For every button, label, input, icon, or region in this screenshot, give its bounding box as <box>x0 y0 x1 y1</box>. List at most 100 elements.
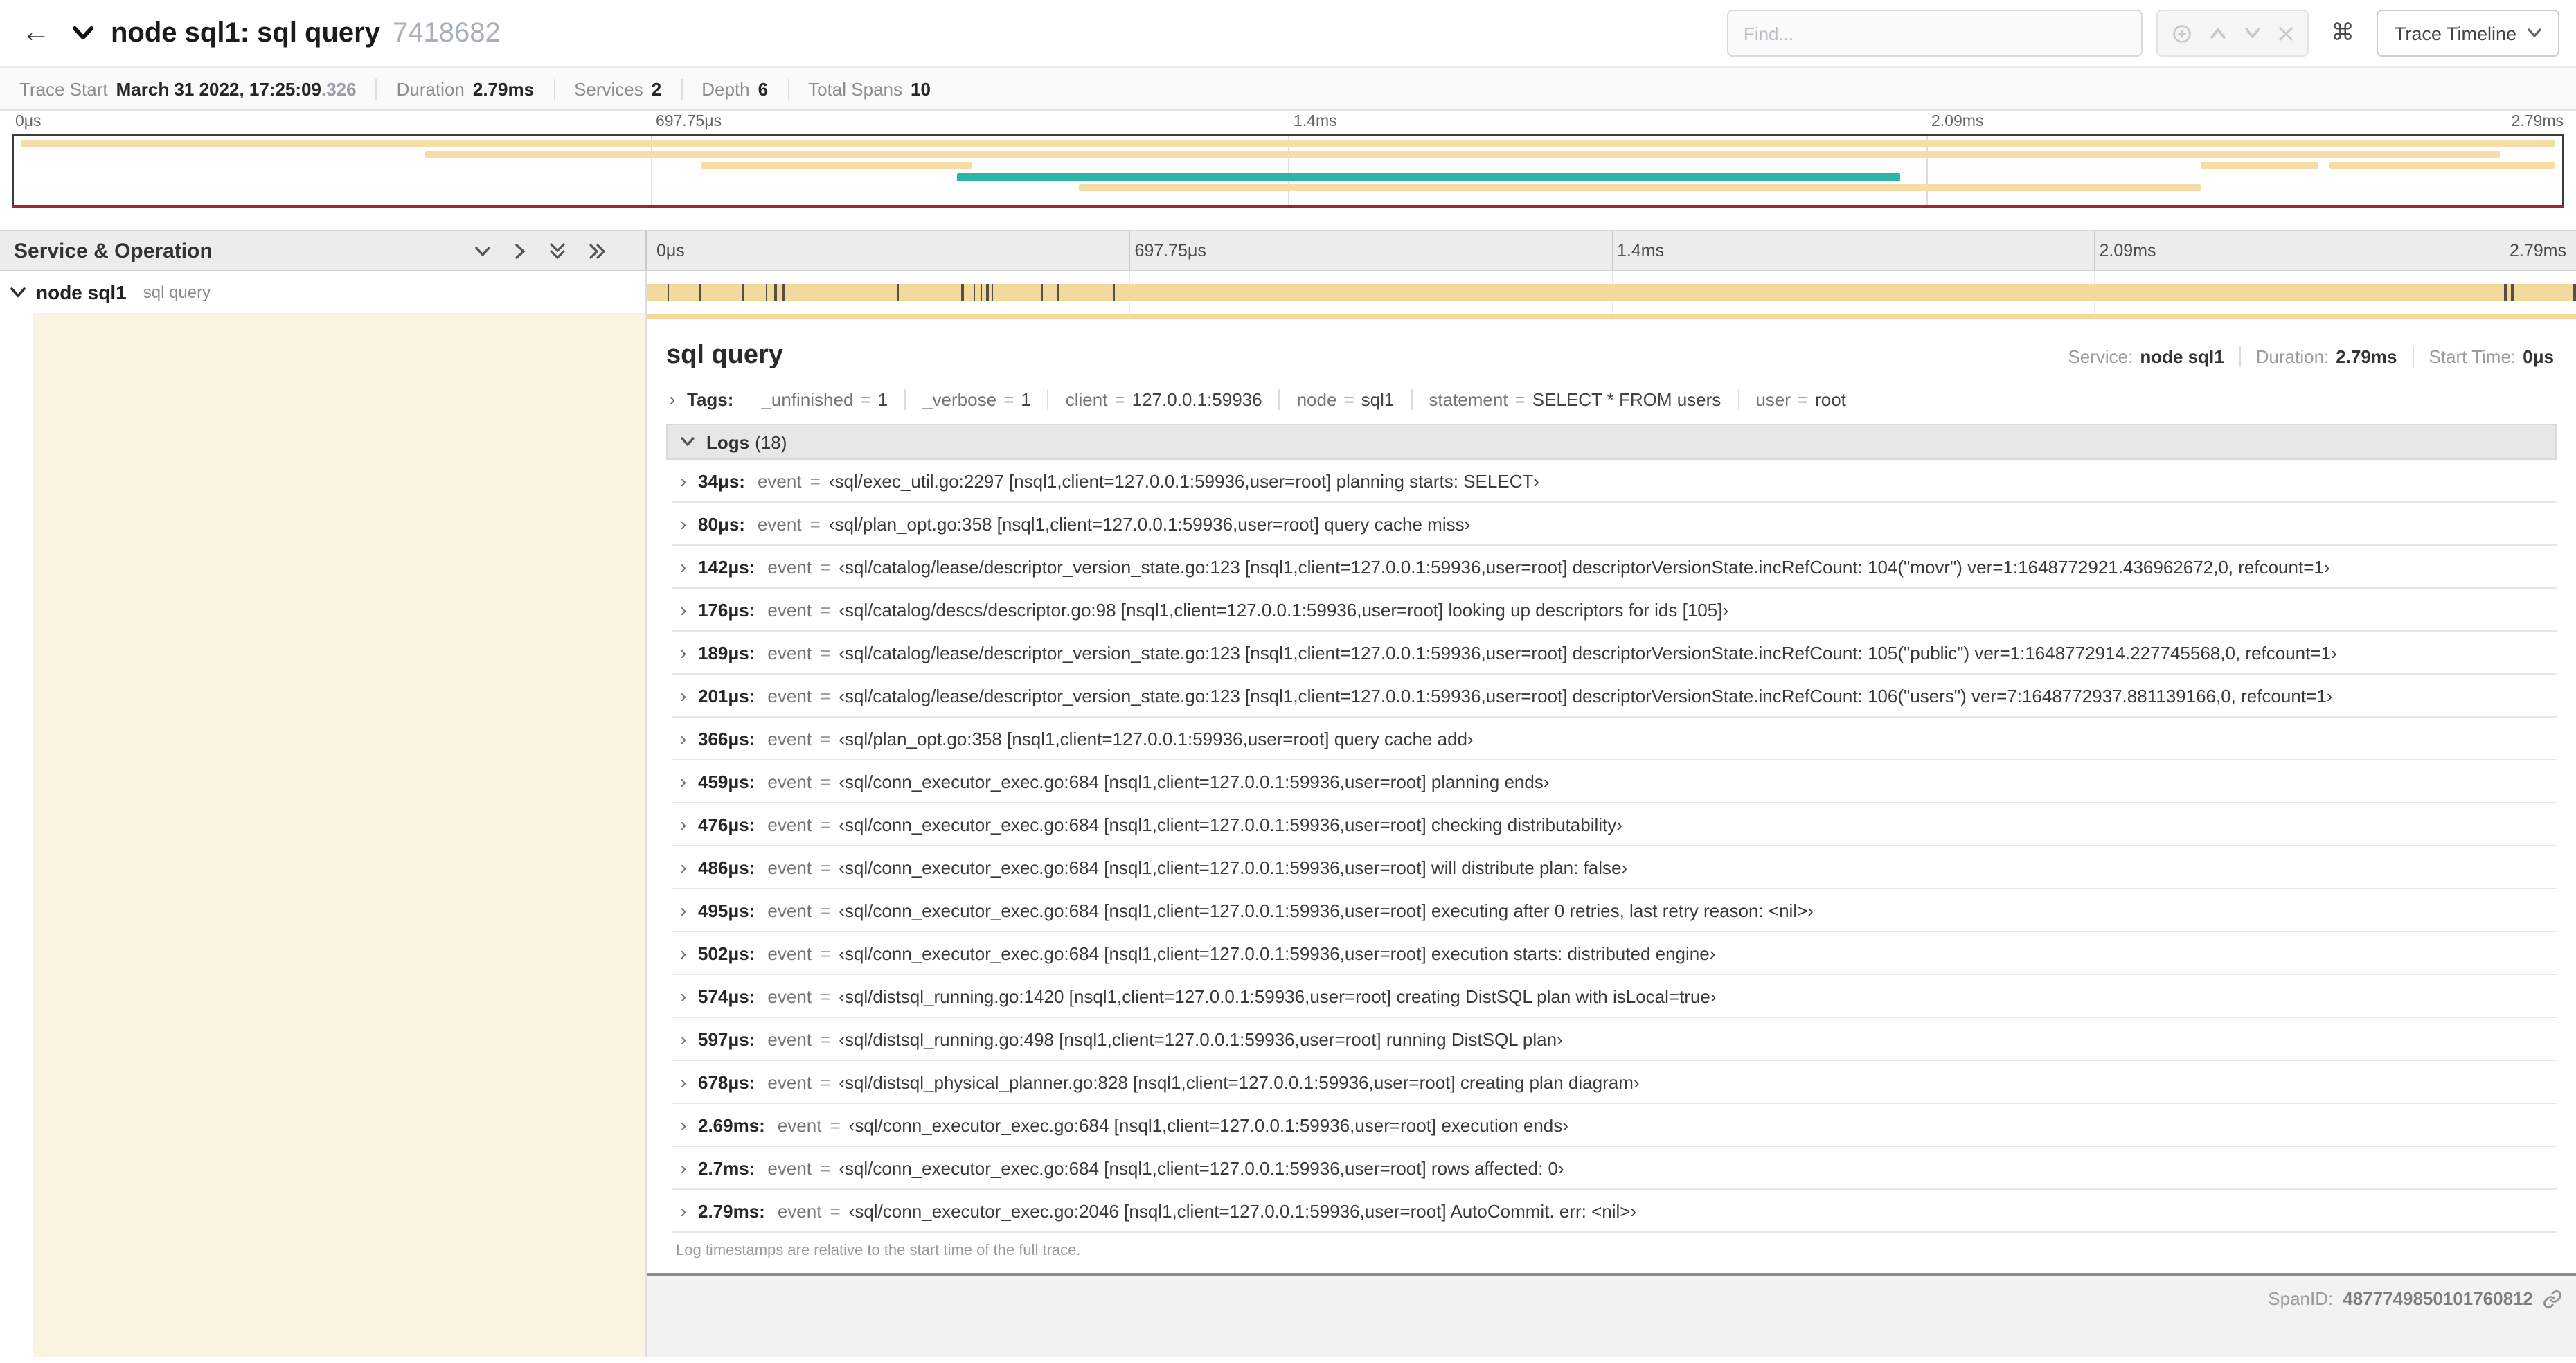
log-timestamp: 502μs: <box>698 943 755 963</box>
log-field-value: ‹sql/plan_opt.go:358 [nsql1,client=127.0… <box>839 728 1474 749</box>
tags-row[interactable]: › Tags: _unfinished = 1 _verbose = 1 client =… <box>666 382 2557 424</box>
copy-link-icon[interactable] <box>2543 1290 2562 1309</box>
next-match-icon[interactable] <box>2244 26 2262 40</box>
log-event-tick <box>991 284 994 301</box>
log-row[interactable]: › 2.79ms: event = ‹sql/conn_executor_exec.go… <box>672 1190 2557 1233</box>
chevron-right-icon: › <box>680 1028 687 1050</box>
chevron-right-icon: › <box>680 770 687 792</box>
stat-label: Trace Start <box>19 78 108 99</box>
chevron-right-icon: › <box>680 942 687 964</box>
equals-sign: = <box>820 857 831 878</box>
trace-timeline-dropdown[interactable]: Trace Timeline <box>2376 10 2559 57</box>
log-field-key: event <box>767 814 812 835</box>
log-row[interactable]: › 201μs: event = ‹sql/catalog/lease/descript… <box>672 675 2557 718</box>
meta-label: Duration: <box>2255 346 2329 367</box>
stat-value: 6 <box>758 78 769 99</box>
log-field-key: event <box>767 986 812 1006</box>
log-row[interactable]: › 189μs: event = ‹sql/catalog/lease/descript… <box>672 632 2557 675</box>
stat-label: Duration <box>396 78 465 99</box>
collapse-trace-icon[interactable] <box>72 25 94 42</box>
span-detail-accent-line <box>647 314 2576 319</box>
span-name-row[interactable]: node sql1 sql query <box>0 271 645 313</box>
log-row[interactable]: › 2.69ms: event = ‹sql/conn_executor_exec.go… <box>672 1104 2557 1147</box>
collapse-one-icon[interactable] <box>474 243 492 258</box>
log-row[interactable]: › 678μs: event = ‹sql/distsql_physical_plann… <box>672 1061 2557 1104</box>
span-id-label: SpanID: <box>2268 1288 2334 1309</box>
chevron-down-icon <box>10 287 26 297</box>
detail-start-time-stat: Start Time: 0μs <box>2412 346 2557 367</box>
meta-value: 2.79ms <box>2336 346 2397 367</box>
chevron-down-icon <box>2528 28 2541 38</box>
chevron-right-icon: › <box>680 727 687 749</box>
logs-section-header[interactable]: Logs (18) <box>666 424 2557 460</box>
log-field-value: ‹sql/conn_executor_exec.go:684 [nsql1,cl… <box>839 900 1814 920</box>
log-entries-list: › 34μs: event = ‹sql/exec_util.go:2297 [nsql… <box>672 460 2557 1233</box>
log-row[interactable]: › 366μs: event = ‹sql/plan_opt.go:358 [nsql1… <box>672 718 2557 760</box>
log-row[interactable]: › 476μs: event = ‹sql/conn_executor_exec.go:… <box>672 803 2557 846</box>
tag-item: user = root <box>1737 389 1863 409</box>
log-row[interactable]: › 597μs: event = ‹sql/distsql_running.go:498… <box>672 1018 2557 1061</box>
log-row[interactable]: › 459μs: event = ‹sql/conn_executor_exec.go:… <box>672 760 2557 803</box>
clear-find-icon[interactable] <box>2278 26 2293 41</box>
span-timeline-row[interactable] <box>647 271 2576 313</box>
tag-key: user <box>1755 389 1791 409</box>
log-event-tick <box>986 284 989 301</box>
log-row[interactable]: › 80μs: event = ‹sql/plan_opt.go:358 [nsql1,… <box>672 503 2557 546</box>
collapse-all-icon[interactable] <box>548 241 566 260</box>
tag-item: statement = SELECT * FROM users <box>1411 389 1737 409</box>
log-field-value: ‹sql/catalog/lease/descriptor_version_st… <box>839 685 2333 706</box>
prev-match-icon[interactable] <box>2209 26 2227 40</box>
equals-sign: = <box>820 1071 831 1092</box>
minimap-tick-label: 2.79ms <box>2511 114 2564 130</box>
equals-sign: = <box>820 900 831 920</box>
log-row[interactable]: › 176μs: event = ‹sql/catalog/descs/descript… <box>672 589 2557 632</box>
log-row[interactable]: › 574μs: event = ‹sql/distsql_running.go:142… <box>672 975 2557 1018</box>
tag-item: client = 127.0.0.1:59936 <box>1047 389 1279 409</box>
log-row[interactable]: › 34μs: event = ‹sql/exec_util.go:2297 [nsql… <box>672 460 2557 503</box>
log-timestamp: 366μs: <box>698 728 755 749</box>
trace-minimap: 0μs 697.75μs 1.4ms 2.09ms 2.79ms <box>0 111 2576 208</box>
log-field-value: ‹sql/conn_executor_exec.go:684 [nsql1,cl… <box>839 1157 1564 1178</box>
log-row[interactable]: › 495μs: event = ‹sql/conn_executor_exec.go:… <box>672 889 2557 932</box>
tag-value: 1 <box>1021 389 1031 409</box>
log-field-value: ‹sql/conn_executor_exec.go:2046 [nsql1,c… <box>848 1200 1637 1221</box>
find-input[interactable] <box>1726 10 2143 57</box>
detail-service-stat: Service: node sql1 <box>2052 346 2239 367</box>
log-field-key: event <box>767 728 812 749</box>
tag-item: _verbose = 1 <box>904 389 1048 409</box>
minimap-graph[interactable] <box>12 134 2564 208</box>
chevron-right-icon: › <box>680 555 687 578</box>
span-operation-name: sql query <box>143 283 211 302</box>
chevron-right-icon: › <box>680 513 687 535</box>
log-row[interactable]: › 486μs: event = ‹sql/conn_executor_exec.go:… <box>672 846 2557 889</box>
log-field-value: ‹sql/plan_opt.go:358 [nsql1,client=127.0… <box>828 513 1471 534</box>
log-event-tick <box>973 284 976 301</box>
expand-one-icon[interactable] <box>512 242 528 260</box>
log-row[interactable]: › 502μs: event = ‹sql/conn_executor_exec.go:… <box>672 932 2557 975</box>
log-row[interactable]: › 2.7ms: event = ‹sql/conn_executor_exec.go:… <box>672 1147 2557 1190</box>
log-event-tick <box>1113 284 1115 301</box>
minimap-span-bar <box>2201 162 2319 169</box>
log-event-tick <box>1057 284 1059 301</box>
log-row[interactable]: › 142μs: event = ‹sql/catalog/lease/descript… <box>672 546 2557 589</box>
find-result-nav-group <box>2156 10 2309 57</box>
span-timeline-bar[interactable] <box>647 284 2576 301</box>
log-field-value: ‹sql/catalog/descs/descriptor.go:98 [nsq… <box>839 599 1729 620</box>
log-field-value: ‹sql/conn_executor_exec.go:684 [nsql1,cl… <box>839 857 1628 878</box>
chevron-right-icon: › <box>680 985 687 1007</box>
log-field-value: ‹sql/catalog/lease/descriptor_version_st… <box>839 642 2337 663</box>
stat-label: Services <box>574 78 643 99</box>
log-event-tick <box>980 284 983 301</box>
keyboard-shortcuts-icon[interactable]: ⌘ <box>2323 19 2363 47</box>
log-field-key: event <box>767 857 812 878</box>
expand-all-icon[interactable] <box>587 242 607 260</box>
focus-match-icon[interactable] <box>2172 23 2192 44</box>
log-field-key: event <box>767 556 812 577</box>
span-detail-title: sql query <box>666 341 783 370</box>
tag-value: 127.0.0.1:59936 <box>1132 389 1262 409</box>
ruler-tick-label: 697.75μs <box>1134 241 1206 260</box>
total-spans-stat: Total Spans 10 <box>787 78 950 99</box>
log-field-value: ‹sql/catalog/lease/descriptor_version_st… <box>839 556 2330 577</box>
back-button[interactable]: ← <box>17 17 55 50</box>
chevron-right-icon: › <box>680 1114 687 1136</box>
